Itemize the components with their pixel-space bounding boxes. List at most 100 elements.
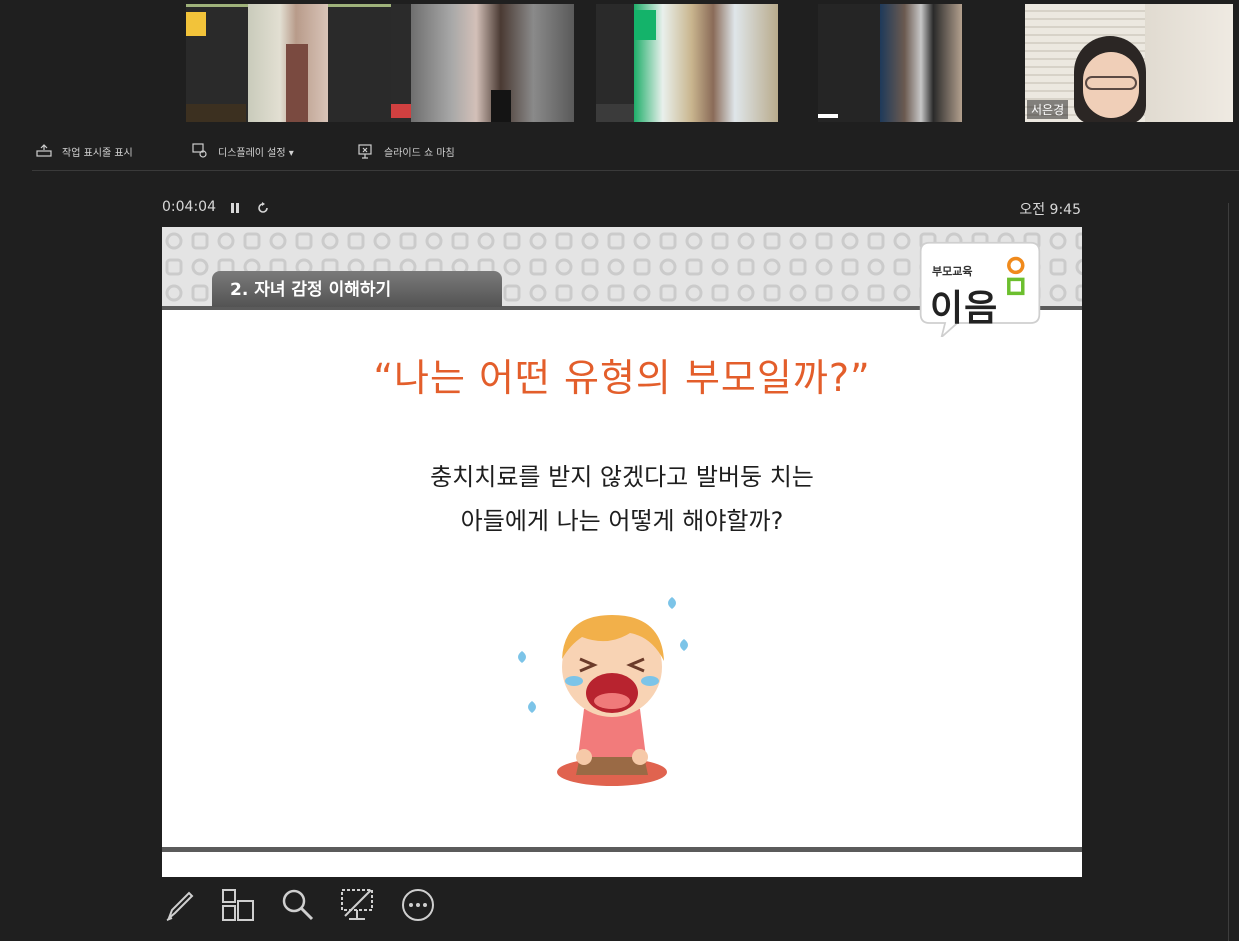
section-tab: 2. 자녀 감정 이해하기	[212, 271, 502, 307]
pen-tool-button[interactable]	[161, 886, 199, 924]
pattern-mark	[581, 232, 599, 250]
participant-name-label: 서은경	[1027, 100, 1069, 119]
black-screen-icon	[341, 889, 373, 920]
pattern-mark	[269, 232, 287, 250]
display-settings-button[interactable]: 디스플레이 설정 ▾	[192, 142, 294, 160]
pattern-mark	[841, 258, 859, 276]
pattern-mark	[477, 232, 495, 250]
see-all-slides-button[interactable]	[219, 886, 257, 924]
pattern-mark	[867, 284, 885, 302]
pattern-mark	[1075, 258, 1082, 276]
pattern-mark	[737, 284, 755, 302]
pattern-mark	[165, 284, 183, 302]
elapsed-timer: 0:04:04	[162, 199, 216, 215]
pattern-mark	[373, 232, 391, 250]
show-taskbar-button[interactable]: 작업 표시줄 표시	[36, 142, 133, 160]
presenter-toolbar: 작업 표시줄 표시 디스플레이 설정 ▾ 슬라이드 쇼 마침	[0, 132, 1239, 170]
end-slideshow-button[interactable]: 슬라이드 쇼 마침	[358, 142, 455, 160]
pattern-mark	[607, 258, 625, 276]
person-glasses	[1085, 76, 1137, 90]
pattern-mark	[685, 258, 703, 276]
pattern-mark	[763, 284, 781, 302]
pattern-mark	[295, 232, 313, 250]
participant-strip: 서은경	[0, 0, 1239, 122]
show-taskbar-label: 작업 표시줄 표시	[62, 147, 133, 159]
participant-tile-3[interactable]	[596, 4, 778, 122]
pattern-mark	[347, 232, 365, 250]
pattern-mark	[217, 232, 235, 250]
pattern-mark	[867, 232, 885, 250]
participant-tile-4[interactable]	[818, 4, 962, 122]
restart-icon	[258, 202, 268, 213]
pattern-mark	[815, 284, 833, 302]
pattern-mark	[789, 284, 807, 302]
pattern-mark	[1075, 284, 1082, 302]
pattern-mark	[659, 232, 677, 250]
pattern-mark	[321, 232, 339, 250]
pattern-mark	[1049, 232, 1067, 250]
pattern-mark	[659, 284, 677, 302]
pattern-mark	[711, 258, 729, 276]
pattern-mark	[581, 284, 599, 302]
pattern-mark	[529, 232, 547, 250]
pattern-mark	[555, 258, 573, 276]
pen-icon	[166, 891, 194, 922]
pattern-mark	[607, 284, 625, 302]
pattern-mark	[425, 232, 443, 250]
pattern-mark	[555, 284, 573, 302]
slide-title: “나는 어떤 유형의 부모일까?”	[373, 356, 871, 400]
pattern-mark	[789, 258, 807, 276]
slides-grid-icon	[222, 889, 254, 921]
pattern-mark	[711, 284, 729, 302]
pattern-mark	[633, 232, 651, 250]
pattern-mark	[893, 284, 911, 302]
logo-subtitle: 부모교육	[932, 265, 973, 278]
pattern-mark	[841, 232, 859, 250]
slide-body: 충치치료를 받지 않겠다고 발버둥 치는 아들에게 나는 어떻게 해야할까?	[162, 455, 1082, 543]
pattern-mark	[607, 232, 625, 250]
current-time: 오전 9:45	[1019, 202, 1081, 218]
crying-child-illustration	[518, 597, 688, 786]
pattern-mark	[581, 258, 599, 276]
pattern-mark	[529, 284, 547, 302]
participant-tile-1[interactable]	[186, 4, 391, 122]
toolbar-divider	[32, 170, 1239, 171]
zoom-icon	[282, 889, 314, 921]
pattern-mark	[503, 232, 521, 250]
pause-icon	[231, 203, 239, 213]
end-slideshow-label: 슬라이드 쇼 마침	[384, 147, 455, 159]
pattern-mark	[1049, 258, 1067, 276]
pattern-mark	[451, 232, 469, 250]
body-line-1: 충치치료를 받지 않겠다고 발버둥 치는	[430, 463, 814, 491]
pattern-mark	[815, 232, 833, 250]
participant-tile-2[interactable]	[391, 4, 574, 122]
pattern-mark	[685, 232, 703, 250]
pattern-mark	[503, 284, 521, 302]
pause-timer-button[interactable]	[229, 200, 241, 219]
restart-timer-button[interactable]	[256, 200, 270, 219]
pattern-mark	[841, 284, 859, 302]
pattern-mark	[867, 258, 885, 276]
pattern-mark	[737, 258, 755, 276]
pattern-mark	[763, 258, 781, 276]
pattern-mark	[711, 232, 729, 250]
pattern-mark	[191, 258, 209, 276]
black-screen-button[interactable]	[339, 886, 377, 924]
more-options-icon	[402, 889, 434, 921]
end-slideshow-icon	[358, 144, 372, 159]
zoom-button[interactable]	[279, 886, 317, 924]
pattern-mark	[685, 284, 703, 302]
pattern-mark	[191, 232, 209, 250]
pattern-mark	[1049, 284, 1067, 302]
pattern-mark	[1075, 232, 1082, 250]
display-settings-icon	[192, 143, 207, 158]
notes-panel-divider[interactable]	[1228, 203, 1229, 941]
pattern-mark	[763, 232, 781, 250]
current-slide[interactable]: 2. 자녀 감정 이해하기 부모교육 이음 “나는 어떤 유형의 부모일까?” …	[162, 227, 1082, 877]
pattern-mark	[659, 258, 677, 276]
more-options-button[interactable]	[399, 886, 437, 924]
pattern-mark	[555, 232, 573, 250]
logo-title: 이음	[930, 288, 999, 329]
slide-footer-rule	[162, 847, 1082, 852]
pattern-mark	[503, 258, 521, 276]
